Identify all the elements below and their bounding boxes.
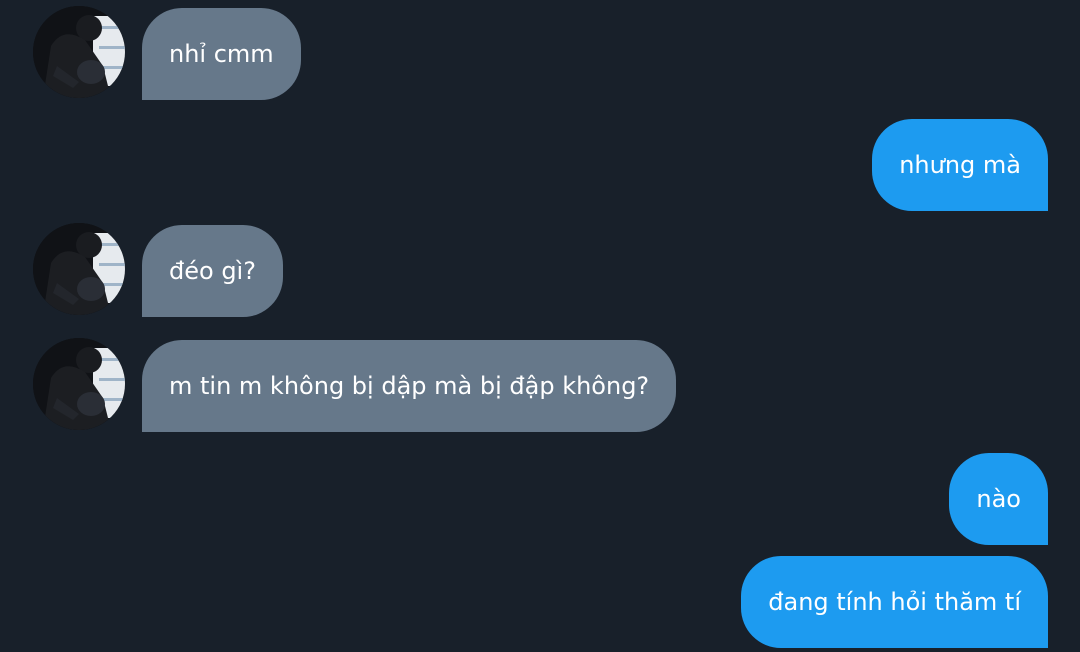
sender-avatar-icon[interactable]: [33, 223, 125, 315]
message-text: nhỉ cmm: [169, 40, 274, 68]
message-thread: nhỉ cmm nhưng mà đéo gì? m tin m không b…: [0, 0, 1080, 652]
message-text: nào: [976, 485, 1021, 513]
outgoing-message-bubble[interactable]: nào: [949, 453, 1048, 545]
message-text: nhưng mà: [899, 151, 1021, 179]
sender-avatar-icon[interactable]: [33, 338, 125, 430]
message-text: đéo gì?: [169, 257, 256, 285]
incoming-message-bubble[interactable]: m tin m không bị dập mà bị đập không?: [142, 340, 677, 432]
outgoing-message-bubble[interactable]: nhưng mà: [872, 119, 1048, 211]
message-text: m tin m không bị dập mà bị đập không?: [169, 372, 650, 400]
message-text: đang tính hỏi thăm tí: [768, 588, 1021, 616]
outgoing-message-bubble[interactable]: đang tính hỏi thăm tí: [741, 556, 1048, 648]
incoming-message-bubble[interactable]: nhỉ cmm: [142, 8, 301, 100]
incoming-message-bubble[interactable]: đéo gì?: [142, 225, 283, 317]
sender-avatar-icon[interactable]: [33, 6, 125, 98]
